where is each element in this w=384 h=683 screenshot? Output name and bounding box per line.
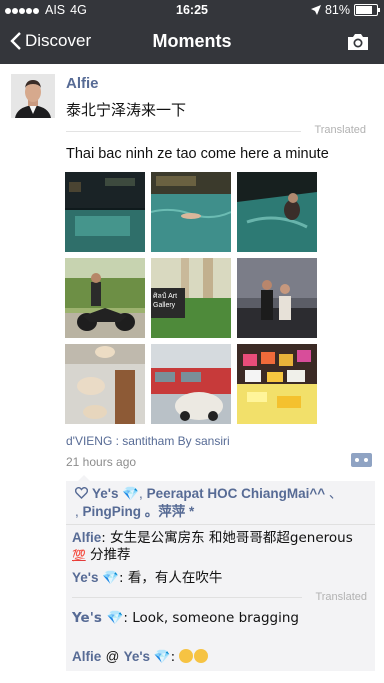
battery-percent: 81% <box>324 3 350 17</box>
more-icon <box>355 458 359 462</box>
emoji-icon <box>179 649 194 663</box>
comment-author[interactable]: Ye's 💎 <box>72 570 119 585</box>
top-bar: AIS 4G 16:25 81% Discover Moments <box>0 0 384 64</box>
translated-label: Translated <box>314 124 366 136</box>
heart-icon <box>74 486 89 499</box>
like-name[interactable]: Ye's 💎 <box>92 486 139 501</box>
status-bar: AIS 4G 16:25 81% <box>0 3 384 21</box>
comment-translation-text: Look, someone bragging <box>132 610 299 626</box>
author-avatar[interactable] <box>11 74 55 118</box>
photo-6[interactable] <box>237 258 317 338</box>
author-name[interactable]: Alfie <box>66 75 99 92</box>
comment-author[interactable]: Alfie <box>72 649 101 664</box>
more-button[interactable] <box>351 453 372 467</box>
photo-8[interactable] <box>151 344 231 424</box>
avatar-photo <box>11 74 55 118</box>
likes-list: Ye's 💎, Peerapat HOC ChiangMai^^ 、 , Pin… <box>74 486 343 519</box>
comment-text: 女生是公寓房东 和她哥哥都超generous <box>110 530 353 546</box>
photo-3[interactable] <box>237 172 317 252</box>
reply-at: @ <box>105 649 120 664</box>
emoji-icon <box>194 649 209 663</box>
comment-translation-divider <box>72 597 302 598</box>
comment-text: 分推荐 <box>90 547 131 563</box>
photo-7[interactable] <box>65 344 145 424</box>
camera-button[interactable] <box>346 32 370 56</box>
post-time: 21 hours ago <box>66 455 137 469</box>
comment-text: 看，有人在吹牛 <box>127 570 223 586</box>
comment-1[interactable]: Alfie: 女生是公寓房东 和她哥哥都超generous 💯 分推荐 <box>72 529 372 564</box>
photo-2[interactable] <box>151 172 231 252</box>
photo-1[interactable] <box>65 172 145 252</box>
translation-divider <box>66 131 301 132</box>
like-separator: 、 <box>328 486 343 501</box>
comment-box: Ye's 💎, Peerapat HOC ChiangMai^^ 、 , Pin… <box>66 475 375 671</box>
nav-bar: Discover Moments <box>0 28 384 60</box>
photo-grid: ศิลป์ Art Gallery <box>65 172 319 426</box>
like-name[interactable]: Peerapat HOC ChiangMai^^ <box>147 486 326 501</box>
photo-9[interactable] <box>237 344 317 424</box>
comment-3[interactable]: Alfie @ Ye's 💎: <box>72 648 372 666</box>
back-button[interactable]: Discover <box>10 31 91 51</box>
like-name[interactable]: PingPing 。萍萍 * <box>83 504 195 519</box>
photo-5[interactable]: ศิลป์ Art Gallery <box>151 258 231 338</box>
likes-divider <box>66 524 375 525</box>
more-icon <box>364 458 368 462</box>
reply-target[interactable]: Ye's 💎 <box>124 649 171 664</box>
hundred-icon: 💯 <box>72 549 86 562</box>
post-text: 泰北宁泽涛来一下 <box>66 101 187 119</box>
comment-translated-label: Translated <box>315 591 367 603</box>
chevron-left-icon <box>10 32 21 50</box>
battery-icon <box>354 4 380 16</box>
back-label: Discover <box>25 31 92 50</box>
location-arrow-icon <box>310 5 321 15</box>
post-location[interactable]: d'VIENG : santitham By sansiri <box>66 434 230 448</box>
gallery-sign: ศิลป์ Art Gallery <box>153 293 178 309</box>
comment-2-translation: Ye's 💎: Look, someone bragging <box>72 610 299 626</box>
comment-author[interactable]: Ye's 💎 <box>72 610 123 626</box>
photo-4[interactable] <box>65 258 145 338</box>
camera-icon <box>348 34 368 50</box>
comment-author[interactable]: Alfie <box>72 530 101 545</box>
comment-2[interactable]: Ye's 💎: 看，有人在吹牛 <box>72 569 372 587</box>
post-translation: Thai bac ninh ze tao come here a minute <box>66 146 329 162</box>
